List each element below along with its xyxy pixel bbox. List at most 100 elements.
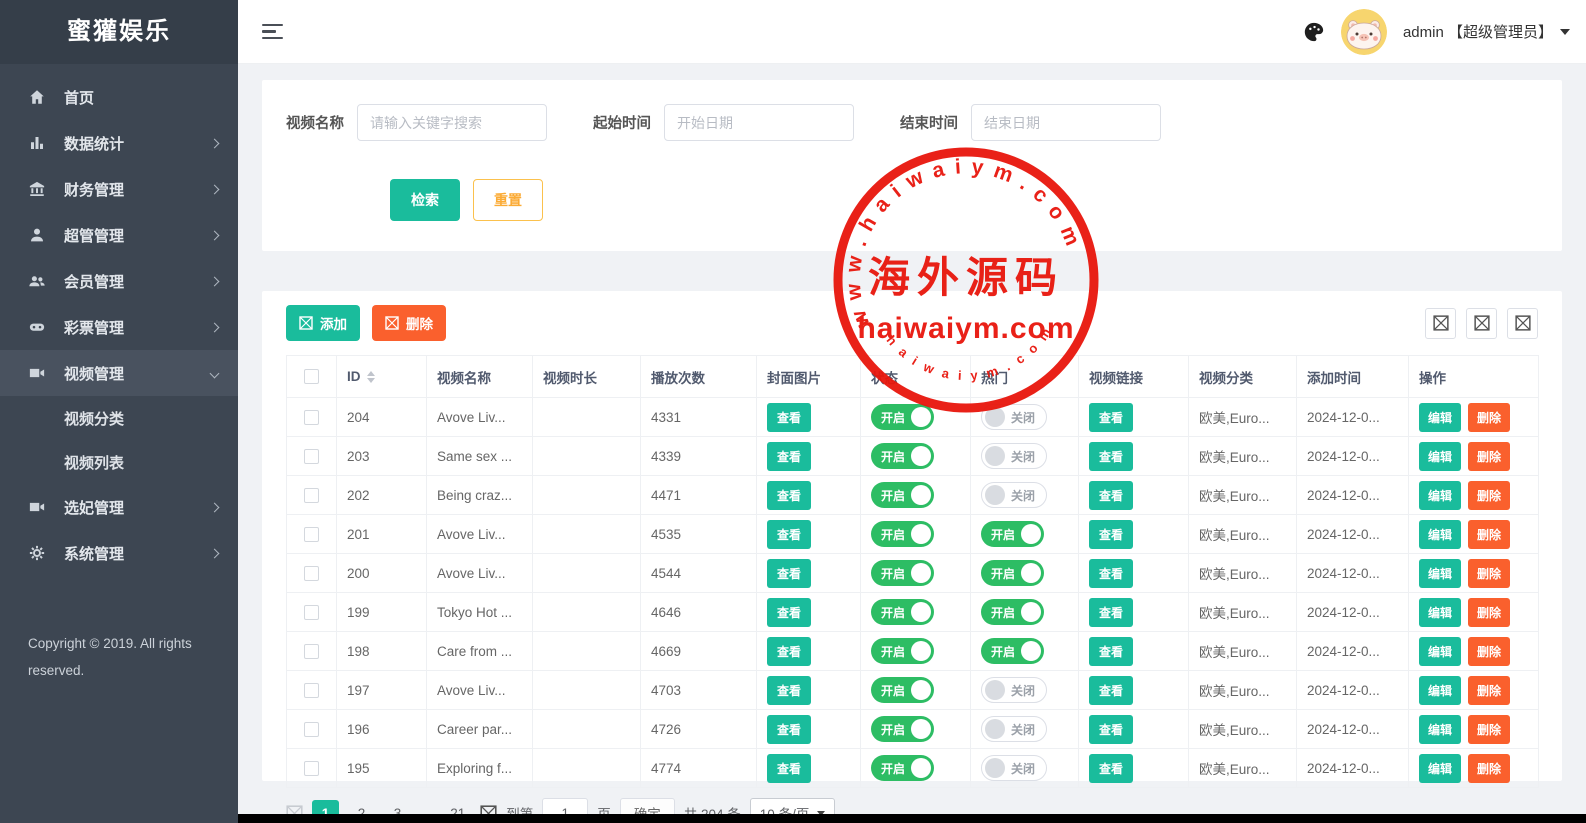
delete-button[interactable]: 删除 <box>1468 442 1510 471</box>
view-link-button[interactable]: 查看 <box>1089 481 1133 510</box>
delete-button[interactable]: 删除 <box>1468 520 1510 549</box>
column-header-id[interactable]: ID <box>337 356 427 398</box>
hot-toggle[interactable]: 开启 <box>981 599 1044 625</box>
view-cover-button[interactable]: 查看 <box>767 754 811 783</box>
status-toggle[interactable]: 开启 <box>871 599 934 625</box>
hot-toggle[interactable]: 开启 <box>981 560 1044 586</box>
sort-icon[interactable] <box>367 371 375 383</box>
row-checkbox[interactable] <box>304 566 319 581</box>
hot-toggle[interactable]: 关闭 <box>981 716 1047 742</box>
table-tool-button-2[interactable] <box>1466 308 1497 339</box>
avatar[interactable] <box>1341 9 1387 55</box>
theme-palette-icon[interactable] <box>1303 21 1325 43</box>
row-checkbox[interactable] <box>304 527 319 542</box>
delete-button[interactable]: 删除 <box>1468 637 1510 666</box>
edit-button[interactable]: 编辑 <box>1419 754 1461 783</box>
status-toggle[interactable]: 开启 <box>871 404 934 430</box>
sidebar-item-8[interactable]: 选妃管理 <box>0 484 238 530</box>
search-field-input-3[interactable] <box>971 104 1161 141</box>
hot-toggle[interactable]: 关闭 <box>981 443 1047 469</box>
view-cover-button[interactable]: 查看 <box>767 559 811 588</box>
edit-button[interactable]: 编辑 <box>1419 715 1461 744</box>
hot-toggle[interactable]: 开启 <box>981 638 1044 664</box>
status-toggle[interactable]: 开启 <box>871 716 934 742</box>
view-cover-button[interactable]: 查看 <box>767 637 811 666</box>
view-cover-button[interactable]: 查看 <box>767 442 811 471</box>
row-checkbox[interactable] <box>304 722 319 737</box>
view-link-button[interactable]: 查看 <box>1089 637 1133 666</box>
sidebar-item-9[interactable]: 系统管理 <box>0 530 238 576</box>
view-link-button[interactable]: 查看 <box>1089 520 1133 549</box>
row-checkbox[interactable] <box>304 449 319 464</box>
status-toggle[interactable]: 开启 <box>871 677 934 703</box>
view-cover-button[interactable]: 查看 <box>767 598 811 627</box>
view-cover-button[interactable]: 查看 <box>767 403 811 432</box>
view-cover-button[interactable]: 查看 <box>767 676 811 705</box>
view-link-button[interactable]: 查看 <box>1089 403 1133 432</box>
view-cover-button[interactable]: 查看 <box>767 481 811 510</box>
hot-toggle[interactable]: 关闭 <box>981 677 1047 703</box>
row-checkbox[interactable] <box>304 410 319 425</box>
hot-toggle[interactable]: 关闭 <box>981 404 1047 430</box>
edit-button[interactable]: 编辑 <box>1419 520 1461 549</box>
row-checkbox[interactable] <box>304 605 319 620</box>
status-toggle[interactable]: 开启 <box>871 560 934 586</box>
edit-button[interactable]: 编辑 <box>1419 559 1461 588</box>
view-link-button[interactable]: 查看 <box>1089 676 1133 705</box>
sidebar-item-1[interactable]: 首页 <box>0 74 238 120</box>
delete-button[interactable]: 删除 <box>1468 715 1510 744</box>
view-link-button[interactable]: 查看 <box>1089 598 1133 627</box>
edit-button[interactable]: 编辑 <box>1419 676 1461 705</box>
hot-toggle[interactable]: 开启 <box>981 521 1044 547</box>
edit-button[interactable]: 编辑 <box>1419 442 1461 471</box>
sidebar-item-3[interactable]: 财务管理 <box>0 166 238 212</box>
hot-toggle[interactable]: 关闭 <box>981 482 1047 508</box>
table-tool-button-1[interactable] <box>1425 308 1456 339</box>
column-header-select[interactable] <box>287 356 337 398</box>
sidebar-subitem-2[interactable]: 视频列表 <box>0 440 238 484</box>
delete-button[interactable]: 删除 <box>1468 598 1510 627</box>
delete-button[interactable]: 删除 <box>1468 754 1510 783</box>
view-link-button[interactable]: 查看 <box>1089 715 1133 744</box>
select-all-checkbox[interactable] <box>304 369 319 384</box>
view-link-button[interactable]: 查看 <box>1089 442 1133 471</box>
delete-button[interactable]: 删除 <box>1468 481 1510 510</box>
table-tool-button-3[interactable] <box>1507 308 1538 339</box>
view-cover-button[interactable]: 查看 <box>767 520 811 549</box>
delete-button[interactable]: 删除 <box>1468 676 1510 705</box>
sidebar-item-4[interactable]: 超管管理 <box>0 212 238 258</box>
sidebar-item-7[interactable]: 视频管理 <box>0 350 238 396</box>
sidebar-item-5[interactable]: 会员管理 <box>0 258 238 304</box>
row-checkbox[interactable] <box>304 488 319 503</box>
menu-toggle-icon[interactable] <box>262 24 284 40</box>
view-link-button[interactable]: 查看 <box>1089 559 1133 588</box>
add-button[interactable]: 添加 <box>286 305 360 341</box>
status-toggle[interactable]: 开启 <box>871 443 934 469</box>
batch-delete-button[interactable]: 删除 <box>372 305 446 341</box>
status-toggle[interactable]: 开启 <box>871 755 934 781</box>
sidebar-item-2[interactable]: 数据统计 <box>0 120 238 166</box>
status-toggle[interactable]: 开启 <box>871 521 934 547</box>
reset-button[interactable]: 重置 <box>473 179 543 221</box>
edit-button[interactable]: 编辑 <box>1419 598 1461 627</box>
sidebar-item-6[interactable]: 彩票管理 <box>0 304 238 350</box>
delete-button[interactable]: 删除 <box>1468 559 1510 588</box>
row-checkbox[interactable] <box>304 683 319 698</box>
sidebar-subitem-1[interactable]: 视频分类 <box>0 396 238 440</box>
view-link-button[interactable]: 查看 <box>1089 754 1133 783</box>
view-cover-button[interactable]: 查看 <box>767 715 811 744</box>
user-menu[interactable]: admin 【超级管理员】 <box>1403 21 1570 42</box>
edit-button[interactable]: 编辑 <box>1419 481 1461 510</box>
status-toggle[interactable]: 开启 <box>871 638 934 664</box>
status-toggle[interactable]: 开启 <box>871 482 934 508</box>
row-checkbox[interactable] <box>304 644 319 659</box>
row-checkbox[interactable] <box>304 761 319 776</box>
edit-button[interactable]: 编辑 <box>1419 403 1461 432</box>
search-field-input-2[interactable] <box>664 104 854 141</box>
delete-button[interactable]: 删除 <box>1468 403 1510 432</box>
hot-toggle[interactable]: 关闭 <box>981 755 1047 781</box>
edit-button[interactable]: 编辑 <box>1419 637 1461 666</box>
search-button[interactable]: 检索 <box>390 179 460 221</box>
cell-created: 2024-12-0... <box>1297 671 1409 710</box>
search-field-input-1[interactable] <box>357 104 547 141</box>
